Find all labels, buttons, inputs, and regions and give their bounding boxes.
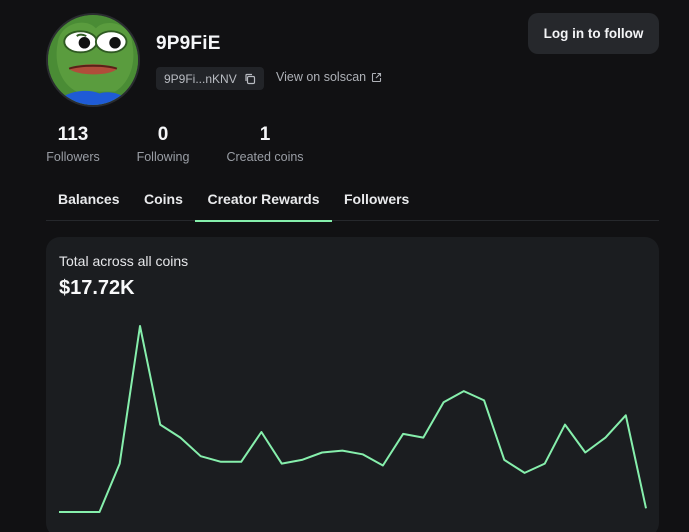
tab-coins[interactable]: Coins: [144, 180, 183, 221]
pepe-frog-avatar: [48, 15, 138, 105]
solscan-link-label: View on solscan: [276, 70, 367, 84]
tab-followers[interactable]: Followers: [344, 180, 409, 221]
profile-tabs: Balances Coins Creator Rewards Followers: [46, 180, 659, 222]
external-link-icon: [372, 72, 382, 82]
username: 9P9FiE: [156, 33, 221, 54]
followers-label: Followers: [46, 150, 100, 164]
following-count: 0: [157, 124, 169, 145]
creator-rewards-card: Total across all coins $17.72K: [46, 237, 659, 532]
view-on-solscan-link[interactable]: View on solscan: [276, 70, 382, 84]
avatar: [46, 13, 140, 107]
log-in-to-follow-button[interactable]: Log in to follow: [528, 13, 659, 54]
followers-count: 113: [57, 124, 89, 145]
created-coins-count: 1: [259, 124, 271, 145]
address-copy-button[interactable]: 9P9Fi...nKNV: [156, 67, 264, 90]
following-label: Following: [136, 150, 190, 164]
created-coins-label: Created coins: [226, 150, 304, 164]
stat-following[interactable]: 0 Following: [136, 124, 190, 164]
tab-creator-rewards[interactable]: Creator Rewards: [195, 180, 332, 222]
wallet-address: 9P9Fi...nKNV: [164, 71, 237, 86]
rewards-line-chart: [58, 325, 647, 513]
tab-balances[interactable]: Balances: [46, 180, 132, 221]
stat-created-coins[interactable]: 1 Created coins: [225, 124, 305, 164]
rewards-series-line: [59, 325, 647, 513]
stat-followers[interactable]: 113 Followers: [46, 124, 100, 164]
copy-icon: [245, 73, 255, 84]
